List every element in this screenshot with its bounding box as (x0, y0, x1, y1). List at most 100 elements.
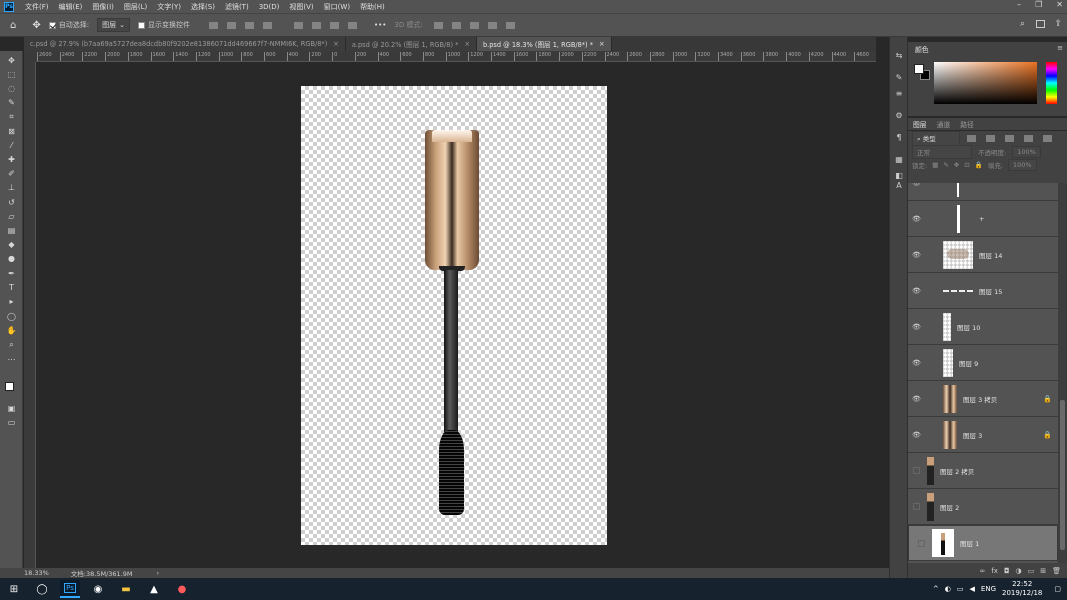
tab-close-icon[interactable]: × (599, 40, 605, 48)
lock-all-icon[interactable]: 🔒 (975, 161, 983, 169)
network-icon[interactable]: ▭ (957, 585, 964, 593)
fx-icon[interactable]: fx (991, 567, 998, 575)
filter-smart-icon[interactable] (1043, 134, 1052, 142)
menu-filter[interactable]: 滤镜(T) (220, 2, 254, 12)
zoom-tool[interactable]: ⌕ (6, 339, 17, 350)
layers-scrollbar-thumb[interactable] (1060, 400, 1065, 550)
3d-slide-icon[interactable] (487, 21, 497, 29)
visibility-eye-icon[interactable]: 👁 (908, 359, 925, 367)
stamp-tool[interactable]: ⊥ (6, 182, 17, 193)
glyphs-icon[interactable]: ◧ (894, 171, 904, 180)
tab-c-psd[interactable]: c.psd @ 27.9% (b7aa69a5727dea8dcdb80f920… (24, 37, 346, 51)
show-transform-option[interactable]: 显示变换控件 (137, 20, 190, 30)
menu-help[interactable]: 帮助(H) (355, 2, 390, 12)
photos-icon[interactable]: ▲ (144, 580, 164, 598)
move-tool[interactable]: ✥ (6, 55, 17, 66)
menu-select[interactable]: 选择(S) (186, 2, 220, 12)
auto-select-dropdown[interactable]: 图层 ⌄ (97, 18, 130, 32)
align-left-icon[interactable] (208, 21, 218, 29)
move-tool-icon[interactable]: ✥ (32, 20, 40, 31)
search-icon[interactable]: ◯ (32, 580, 52, 598)
distribute-icon[interactable] (262, 21, 272, 29)
filter-pixel-icon[interactable] (967, 134, 976, 142)
color-field[interactable] (934, 62, 1037, 104)
layer-filter-dropdown[interactable]: ⌕ 类型 (912, 130, 960, 146)
history-brush-tool[interactable]: ↺ (6, 197, 17, 208)
tab-channels[interactable]: 通道 (932, 117, 956, 131)
photoshop-taskbar-icon[interactable]: Ps (60, 580, 80, 598)
visibility-toggle[interactable] (918, 539, 925, 547)
layer-row[interactable]: 👁 图层 14 (908, 237, 1058, 273)
dodge-tool[interactable]: ● (6, 253, 17, 264)
visibility-eye-icon[interactable]: 👁 (908, 395, 925, 403)
visibility-toggle[interactable] (913, 467, 920, 474)
menu-edit[interactable]: 编辑(E) (54, 2, 88, 12)
layer-row[interactable]: 图层 1 (908, 525, 1058, 561)
tray-expand-icon[interactable]: ^ (933, 585, 939, 593)
layer-row[interactable]: 图层 2 拷贝 (908, 453, 1058, 489)
visibility-toggle[interactable] (913, 503, 920, 510)
color-panel-title[interactable]: 颜色 (910, 42, 934, 56)
ruler-origin[interactable] (24, 51, 36, 62)
new-layer-icon[interactable]: ⊞ (1040, 567, 1046, 575)
close-button[interactable]: ✕ (1056, 0, 1063, 9)
layer-row[interactable]: 👁 图层 10 (908, 309, 1058, 345)
menu-file[interactable]: 文件(F) (20, 2, 54, 12)
layer-row[interactable]: 图层 2 (908, 489, 1058, 525)
layer-row[interactable]: 👁 + (908, 201, 1058, 237)
menu-window[interactable]: 窗口(W) (319, 2, 355, 12)
more-options-button[interactable]: ••• (374, 21, 386, 29)
tab-b-psd[interactable]: b.psd @ 18.3% (图层 1, RGB/8*) * × (476, 37, 612, 51)
new-group-icon[interactable]: ▭ (1028, 567, 1035, 575)
search-icon[interactable]: ⌕ (1020, 19, 1025, 29)
photoshop-logo-icon[interactable]: Ps (4, 1, 14, 12)
fill-input[interactable]: 100% (1008, 158, 1037, 171)
character-icon[interactable]: A (894, 181, 904, 190)
share-icon[interactable]: ⇪ (1054, 19, 1062, 29)
menu-image[interactable]: 图像(I) (87, 2, 119, 12)
opacity-input[interactable]: 100% (1012, 145, 1041, 158)
notification-icon[interactable]: ▢ (1054, 585, 1061, 593)
3d-roll-icon[interactable] (451, 21, 461, 29)
layer-row[interactable]: 👁 图层 15 (908, 273, 1058, 309)
file-explorer-icon[interactable]: ▬ (116, 580, 136, 598)
properties-icon[interactable]: ⚙ (894, 111, 904, 120)
workspace-icon[interactable] (1036, 20, 1045, 28)
align-bottom-icon[interactable] (329, 21, 339, 29)
3d-orbit-icon[interactable] (433, 21, 443, 29)
lock-artboard-icon[interactable]: ⊡ (964, 161, 969, 169)
filter-adjust-icon[interactable] (986, 134, 995, 142)
layer-row[interactable]: 👁 图层 3 拷贝 🔒 (908, 381, 1058, 417)
filter-type-icon[interactable] (1005, 134, 1014, 142)
lasso-tool[interactable]: ◌ (6, 83, 17, 94)
tab-a-psd[interactable]: a.psd @ 20.2% (图层 1, RGB/8) * × (345, 37, 477, 51)
visibility-eye-icon[interactable]: 👁 (908, 431, 925, 439)
type-tool[interactable]: T (6, 282, 17, 293)
hand-tool[interactable]: ✋ (6, 325, 17, 336)
eraser-tool[interactable]: ▱ (6, 211, 17, 222)
adjustment-layer-icon[interactable]: ◑ (1016, 567, 1022, 575)
home-icon[interactable]: ⌂ (10, 20, 16, 31)
volume-icon[interactable]: ◀ (970, 585, 975, 593)
align-middle-icon[interactable] (311, 21, 321, 29)
visibility-eye-icon[interactable]: 👁 (908, 251, 925, 259)
filter-shape-icon[interactable] (1024, 134, 1033, 142)
libraries-icon[interactable]: ▦ (894, 155, 904, 164)
adjustments-icon[interactable]: ≡ (894, 89, 904, 98)
qq-icon[interactable]: ● (172, 580, 192, 598)
tab-layers[interactable]: 图层 (908, 117, 932, 131)
quick-select-tool[interactable]: ✎ (6, 97, 17, 108)
tab-paths[interactable]: 路径 (955, 117, 979, 131)
tab-close-icon[interactable]: × (333, 40, 339, 48)
layer-row[interactable]: 👁 图层 9 (908, 345, 1058, 381)
foreground-color-swatch[interactable] (914, 64, 924, 74)
auto-select-checkbox[interactable] (48, 21, 56, 29)
align-right-icon[interactable] (244, 21, 254, 29)
panel-menu-icon[interactable]: ≡ (1057, 44, 1063, 52)
crop-tool[interactable]: ⌗ (6, 111, 17, 122)
path-select-tool[interactable]: ▸ (6, 296, 17, 307)
marquee-tool[interactable]: ⬚ (6, 69, 17, 80)
foreground-color-swatch[interactable] (5, 382, 14, 391)
hue-slider[interactable] (1046, 62, 1057, 104)
history-icon[interactable]: ⇆ (894, 51, 904, 60)
